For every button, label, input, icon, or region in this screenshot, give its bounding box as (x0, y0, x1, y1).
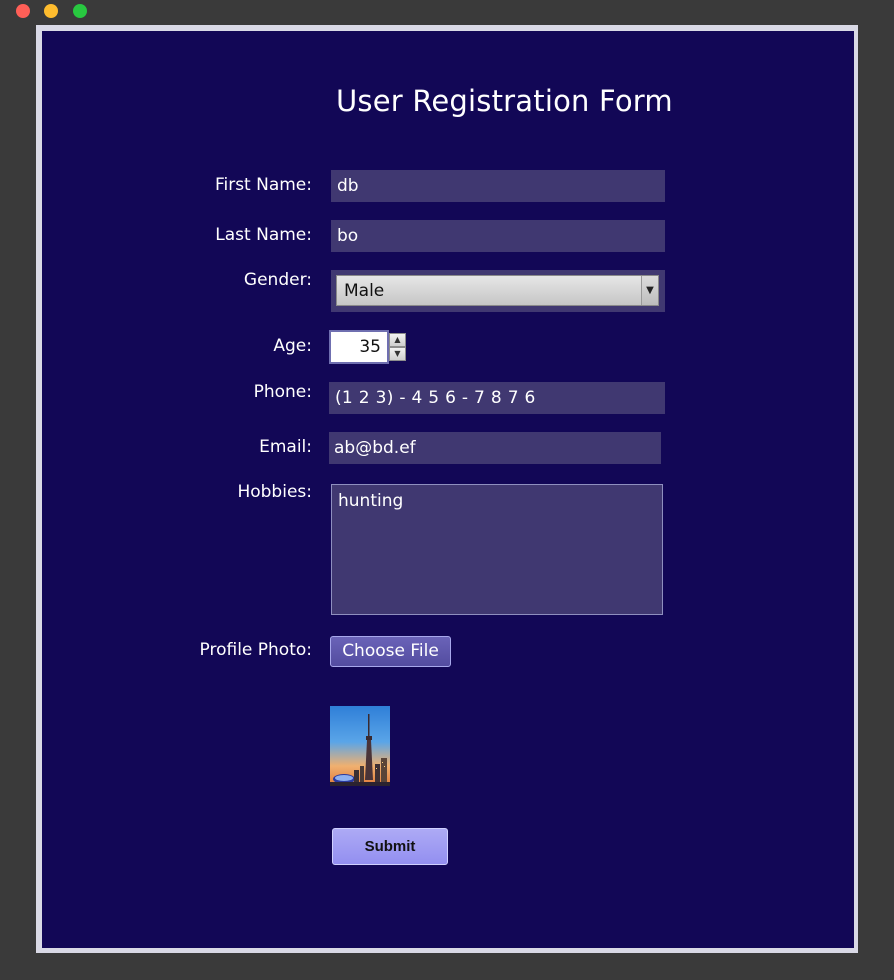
hobbies-textarea[interactable]: hunting (331, 484, 663, 615)
first-name-field[interactable]: db (331, 170, 665, 202)
profile-photo-preview (330, 706, 390, 786)
submit-button[interactable]: Submit (332, 828, 448, 865)
profile-photo-label: Profile Photo: (199, 640, 312, 660)
close-window-button[interactable] (16, 4, 30, 18)
phone-label: Phone: (253, 382, 312, 402)
hobbies-label: Hobbies: (237, 482, 312, 502)
form-title: User Registration Form (336, 84, 673, 118)
gender-selected-value: Male (344, 281, 385, 301)
email-label: Email: (259, 437, 312, 457)
last-name-label: Last Name: (215, 225, 312, 245)
chevron-down-icon[interactable]: ▼ (389, 347, 406, 361)
email-field[interactable]: ab@bd.ef (329, 432, 661, 464)
chevron-up-icon[interactable]: ▲ (389, 333, 406, 347)
chevron-down-icon: ▼ (641, 276, 658, 305)
age-label: Age: (273, 336, 312, 356)
last-name-field[interactable]: bo (331, 220, 665, 252)
choose-file-button[interactable]: Choose File (330, 636, 451, 667)
gender-select-container: Male ▼ (331, 270, 665, 312)
minimize-window-button[interactable] (44, 4, 58, 18)
first-name-label: First Name: (214, 175, 312, 195)
age-stepper[interactable]: 35 (329, 330, 389, 364)
gender-label: Gender: (243, 270, 312, 290)
age-value: 35 (359, 337, 381, 357)
gender-select[interactable]: Male ▼ (336, 275, 659, 306)
maximize-window-button[interactable] (73, 4, 87, 18)
phone-field[interactable]: (1 2 3) - 4 5 6 - 7 8 7 6 (329, 382, 665, 414)
